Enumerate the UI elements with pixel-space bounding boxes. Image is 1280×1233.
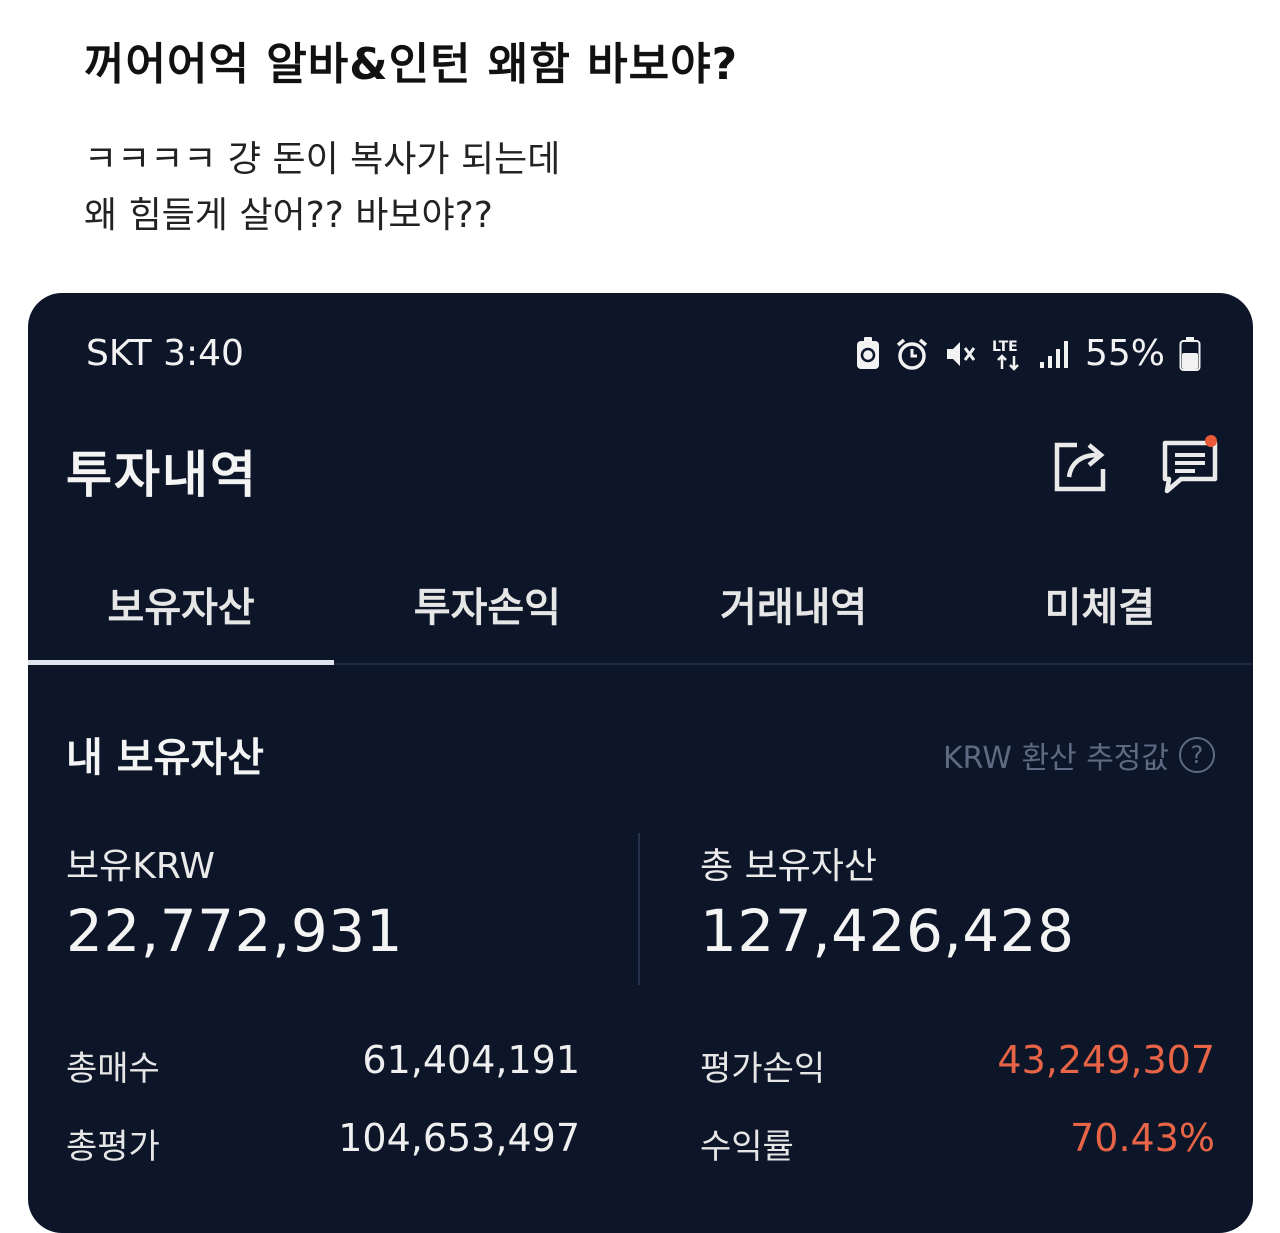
status-icons: LTE 55%: [855, 333, 1201, 374]
total-assets-value: 127,426,428: [700, 897, 1075, 965]
pnl-label: 평가손익: [700, 1049, 826, 1089]
svg-text:LTE: LTE: [992, 339, 1018, 355]
tab-history[interactable]: 거래내역: [641, 565, 947, 663]
krw-label: 보유KRW: [66, 846, 215, 887]
total-eval-value: 104,653,497: [338, 1116, 580, 1160]
krw-value: 22,772,931: [66, 897, 404, 965]
section-title: 내 보유자산: [66, 735, 264, 781]
page-title: 투자내역: [66, 446, 258, 504]
signal-icon: [1039, 338, 1071, 370]
post-body: ㅋㅋㅋㅋ 걍 돈이 복사가 되는데 왜 힘들게 살어?? 바보야??: [84, 132, 560, 244]
phone-screenshot: SKT 3:40 LTE 55% 투자내역 보유자산 투자손익 거래내역 미체결…: [28, 293, 1253, 1233]
return-label: 수익률: [700, 1127, 794, 1167]
estimate-note: KRW 환산 추정값 ?: [943, 733, 1215, 777]
column-divider: [638, 833, 640, 985]
alarm-icon: [895, 337, 929, 371]
battery-percent: 55%: [1084, 333, 1165, 374]
help-icon[interactable]: ?: [1179, 737, 1215, 773]
battery-icon: [1179, 336, 1201, 372]
tab-bar: 보유자산 투자손익 거래내역 미체결: [28, 565, 1253, 665]
total-buy-value: 61,404,191: [362, 1038, 580, 1082]
pnl-value: 43,249,307: [997, 1038, 1215, 1082]
total-assets-label: 총 보유자산: [700, 846, 878, 887]
tab-pnl[interactable]: 투자손익: [334, 565, 640, 663]
post-body-line: 왜 힘들게 살어?? 바보야??: [84, 195, 493, 236]
share-icon: [1054, 442, 1106, 492]
post-title: 꺼어어억 알바&인턴 왜함 바보야?: [84, 39, 739, 90]
notification-dot: [1205, 435, 1217, 447]
lte-icon: LTE: [991, 336, 1025, 372]
total-buy-label: 총매수: [66, 1049, 160, 1089]
tab-unfilled[interactable]: 미체결: [947, 565, 1253, 663]
total-eval-label: 총평가: [66, 1127, 160, 1167]
header-actions: [1049, 435, 1223, 499]
mute-icon: [943, 337, 977, 371]
notice-button[interactable]: [1159, 435, 1223, 499]
status-carrier-time: SKT 3:40: [86, 333, 244, 374]
estimate-note-label: KRW 환산 추정값: [942, 741, 1169, 776]
sync-icon: [855, 336, 881, 371]
return-value: 70.43%: [1070, 1116, 1215, 1160]
tab-holdings[interactable]: 보유자산: [28, 565, 335, 665]
share-button[interactable]: [1049, 435, 1113, 499]
post-body-line: ㅋㅋㅋㅋ 걍 돈이 복사가 되는데: [84, 139, 561, 180]
